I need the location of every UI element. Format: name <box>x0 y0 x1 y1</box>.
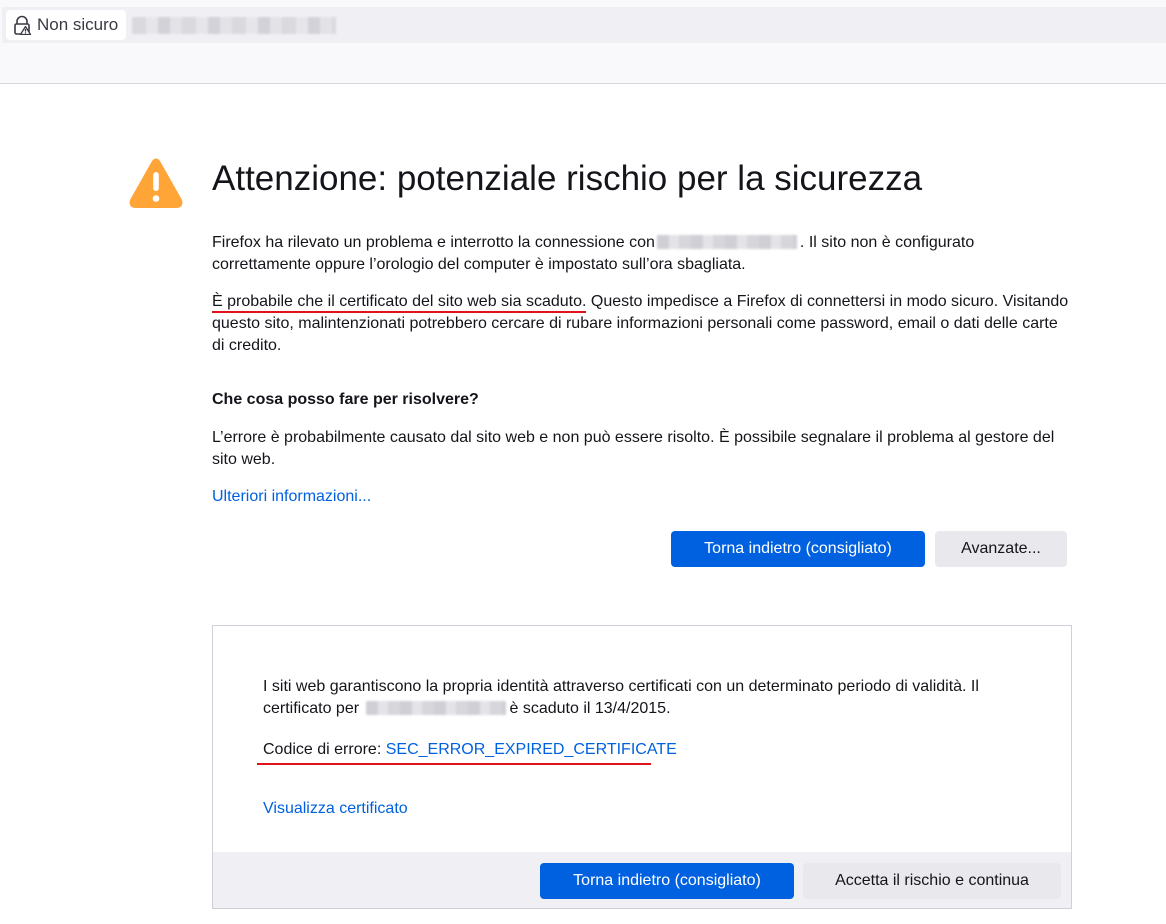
redacted-url <box>132 17 336 34</box>
not-secure-label: Non sicuro <box>37 15 119 34</box>
browser-toolbar: Non sicuro <box>0 0 1166 84</box>
red-annotation-underline <box>257 763 651 765</box>
view-certificate-link[interactable]: Visualizza certificato <box>263 798 408 820</box>
advanced-text-rest: è scaduto il 13/4/2015. <box>509 700 671 717</box>
learn-more-link[interactable]: Ulteriori informazioni... <box>212 486 371 508</box>
identity-box[interactable]: Non sicuro <box>6 10 126 40</box>
advanced-description: I siti web garantiscono la propria ident… <box>263 676 1023 720</box>
url-bar[interactable]: Non sicuro <box>2 7 1166 43</box>
help-text: L’errore è probabilmente causato dal sit… <box>212 429 1055 468</box>
help-heading: Che cosa posso fare per risolvere? <box>212 391 479 408</box>
advanced-button-bar: Torna indietro (consigliato) Accetta il … <box>213 852 1071 908</box>
accept-risk-button[interactable]: Accetta il rischio e continua <box>803 863 1061 899</box>
highlighted-reason: È probabile che il certificato del sito … <box>212 293 587 313</box>
certificate-explanation: È probabile che il certificato del sito … <box>212 291 1072 357</box>
error-code-link[interactable]: SEC_ERROR_EXPIRED_CERTIFICATE <box>386 741 677 758</box>
go-back-button[interactable]: Torna indietro (consigliato) <box>671 531 925 567</box>
page-title: Attenzione: potenziale rischio per la si… <box>212 159 923 198</box>
redacted-hostname-2 <box>365 701 506 715</box>
advanced-panel: I siti web garantiscono la propria ident… <box>212 625 1072 909</box>
redacted-hostname <box>656 235 797 249</box>
error-description: Firefox ha rilevato un problema e interr… <box>212 232 1072 276</box>
lock-warning-icon <box>14 15 32 35</box>
error-code-line: Codice di errore: SEC_ERROR_EXPIRED_CERT… <box>263 739 677 761</box>
advanced-button[interactable]: Avanzate... <box>935 531 1067 567</box>
error-code-label: Codice di errore: <box>263 741 386 758</box>
go-back-button-advanced[interactable]: Torna indietro (consigliato) <box>540 863 794 899</box>
description-text: Firefox ha rilevato un problema e interr… <box>212 234 655 251</box>
warning-triangle-icon <box>129 158 183 208</box>
